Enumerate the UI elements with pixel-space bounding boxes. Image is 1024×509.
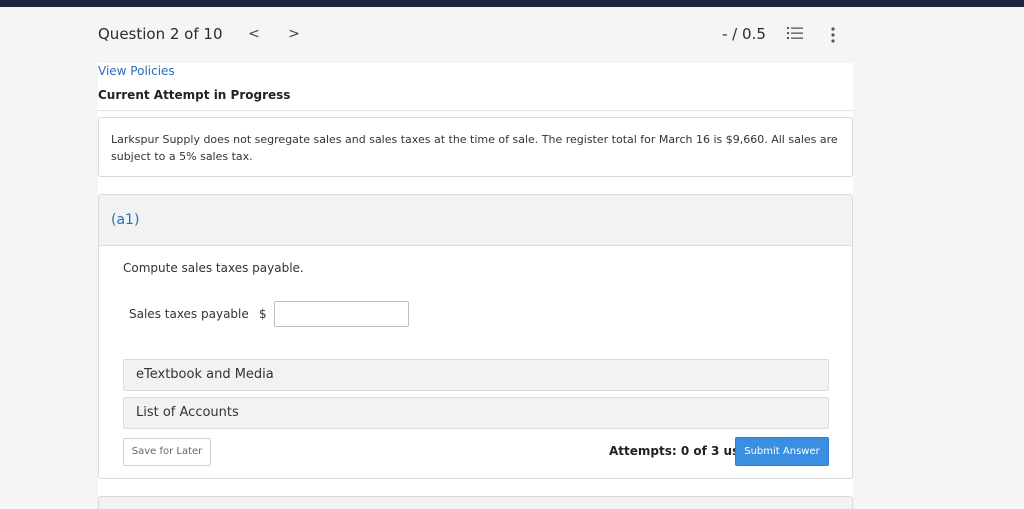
next-part-panel: [98, 496, 853, 509]
sales-taxes-payable-input[interactable]: [274, 301, 409, 327]
currency-symbol: $: [259, 307, 267, 321]
submit-answer-button[interactable]: Submit Answer: [735, 437, 829, 466]
part-instruction: Compute sales taxes payable.: [123, 261, 304, 275]
top-accent-bar: [0, 0, 1024, 7]
question-score: - / 0.5: [722, 25, 766, 43]
part-label: (a1): [111, 212, 140, 228]
list-icon[interactable]: [787, 26, 805, 42]
list-of-accounts-accordion[interactable]: List of Accounts: [123, 397, 829, 429]
section-divider: [98, 110, 853, 111]
next-question-button[interactable]: >: [286, 24, 302, 44]
part-header: (a1): [99, 195, 852, 246]
question-header: Question 2 of 10 < > - / 0.5: [0, 7, 1024, 63]
save-for-later-button[interactable]: Save for Later: [123, 438, 211, 466]
list-of-accounts-label: List of Accounts: [136, 405, 239, 420]
attempts-counter: Attempts: 0 of 3 used: [609, 444, 756, 458]
question-part-a1: (a1) Compute sales taxes payable. Sales …: [98, 194, 853, 479]
etextbook-media-accordion[interactable]: eTextbook and Media: [123, 359, 829, 391]
sales-taxes-payable-label: Sales taxes payable: [129, 307, 249, 321]
previous-question-button[interactable]: <: [246, 24, 262, 44]
problem-text: Larkspur Supply does not segregate sales…: [111, 133, 838, 163]
view-policies-link[interactable]: View Policies: [98, 64, 175, 78]
question-title: Question 2 of 10: [98, 25, 223, 43]
attempt-status-heading: Current Attempt in Progress: [98, 88, 291, 102]
etextbook-media-label: eTextbook and Media: [136, 367, 274, 382]
problem-statement: Larkspur Supply does not segregate sales…: [98, 117, 853, 177]
kebab-icon[interactable]: [828, 26, 838, 44]
